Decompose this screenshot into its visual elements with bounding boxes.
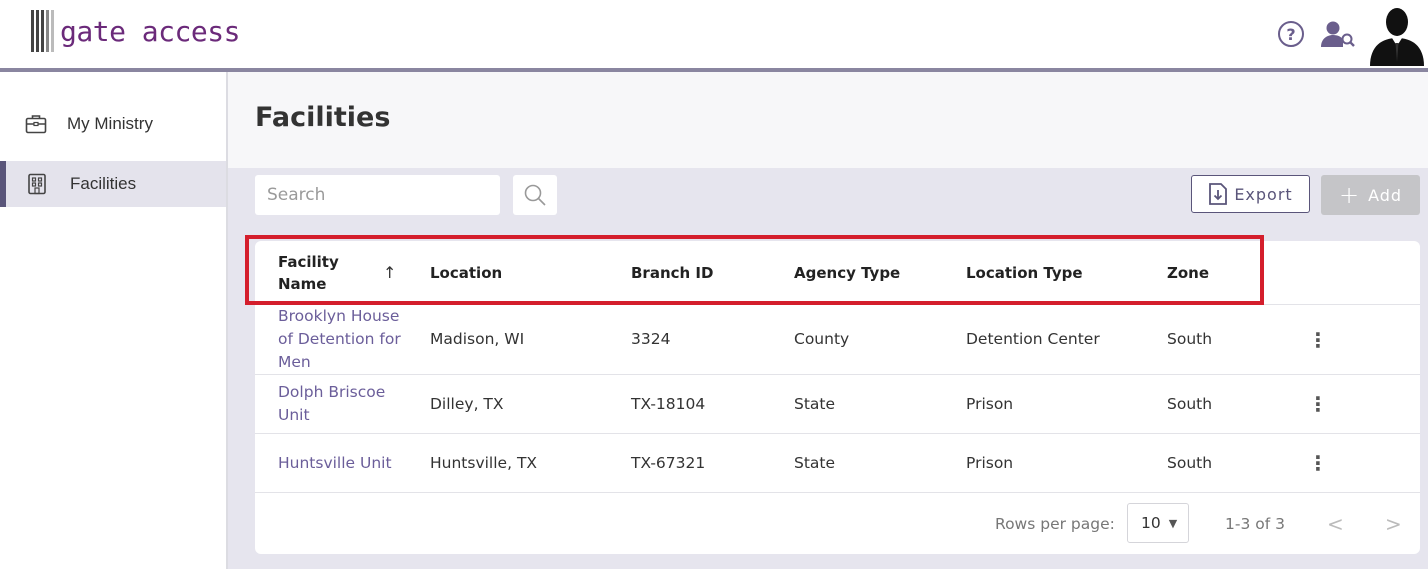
location-cell: Huntsville, TX <box>430 453 538 472</box>
page-title-bar: Facilities <box>228 72 1428 168</box>
zone-cell: South <box>1167 330 1213 348</box>
sidebar-item-label: Facilities <box>70 174 137 193</box>
table-row[interactable]: Dolph Briscoe Unit Dilley, TX TX-18104 S… <box>255 375 1420 434</box>
agency-type-cell: State <box>794 453 836 472</box>
location-cell: Madison, WI <box>430 330 525 348</box>
main-content: Facilities Export + Add Facility Name ↑ <box>228 72 1428 569</box>
search-icon <box>524 184 546 206</box>
search-input[interactable] <box>255 175 500 215</box>
agency-type-cell: State <box>794 394 836 413</box>
row-menu-icon[interactable]: ⋮ <box>1308 305 1328 374</box>
row-menu-icon[interactable]: ⋮ <box>1308 434 1328 492</box>
agency-type-cell: County <box>794 330 850 348</box>
add-button[interactable]: + Add <box>1321 175 1420 215</box>
rows-per-page-value: 10 <box>1141 514 1161 532</box>
export-label: Export <box>1234 184 1293 204</box>
sidebar-item-facilities[interactable]: Facilities <box>0 161 226 207</box>
content-area: Export + Add Facility Name ↑ Location Br… <box>228 168 1428 569</box>
facility-name-link[interactable]: Huntsville Unit <box>278 434 408 492</box>
building-icon <box>28 173 46 195</box>
plus-icon: + <box>1338 181 1361 209</box>
user-search-icon[interactable] <box>1320 19 1356 49</box>
add-label: Add <box>1368 185 1403 205</box>
next-page-button[interactable]: > <box>1385 493 1402 554</box>
sidebar: My Ministry Facilities <box>0 72 228 569</box>
table-pagination: Rows per page: 10 ▼ 1-3 of 3 < > <box>255 493 1420 554</box>
branch-id-cell: 3324 <box>631 330 671 348</box>
previous-page-button[interactable]: < <box>1327 493 1344 554</box>
location-type-cell: Prison <box>966 394 1014 413</box>
location-type-cell: Detention Center <box>966 330 1100 348</box>
sidebar-item-my-ministry[interactable]: My Ministry <box>0 101 226 147</box>
table-row[interactable]: Huntsville Unit Huntsville, TX TX-67321 … <box>255 434 1420 493</box>
rows-per-page-label: Rows per page: <box>995 514 1115 533</box>
search-button[interactable] <box>513 175 557 215</box>
logo-text: gate access <box>60 14 240 48</box>
help-icon[interactable]: ? <box>1278 21 1304 47</box>
branch-id-cell: TX-18104 <box>631 394 706 413</box>
row-menu-icon[interactable]: ⋮ <box>1308 375 1328 433</box>
branch-id-cell: TX-67321 <box>631 453 706 472</box>
facility-name-link[interactable]: Dolph Briscoe Unit <box>278 375 408 433</box>
facility-name-link[interactable]: Brooklyn House of Detention for Men <box>278 305 408 374</box>
top-header: gate access ? <box>0 0 1428 68</box>
page-title: Facilities <box>255 102 391 133</box>
briefcase-icon <box>25 115 47 134</box>
location-type-cell: Prison <box>966 453 1014 472</box>
rows-per-page-select[interactable]: 10 ▼ <box>1127 503 1189 543</box>
location-cell: Dilley, TX <box>430 394 504 413</box>
file-download-icon <box>1209 183 1228 205</box>
table-row[interactable]: Brooklyn House of Detention for Men Madi… <box>255 305 1420 375</box>
zone-cell: South <box>1167 394 1213 413</box>
app-logo[interactable]: gate access <box>31 9 240 53</box>
avatar[interactable] <box>1368 4 1426 66</box>
header-highlight-box <box>245 235 1264 305</box>
pagination-range: 1-3 of 3 <box>1225 514 1285 533</box>
zone-cell: South <box>1167 453 1213 472</box>
export-button[interactable]: Export <box>1191 175 1310 213</box>
sidebar-item-label: My Ministry <box>67 114 153 133</box>
caret-down-icon: ▼ <box>1168 516 1178 530</box>
logo-bars-icon <box>31 10 56 52</box>
